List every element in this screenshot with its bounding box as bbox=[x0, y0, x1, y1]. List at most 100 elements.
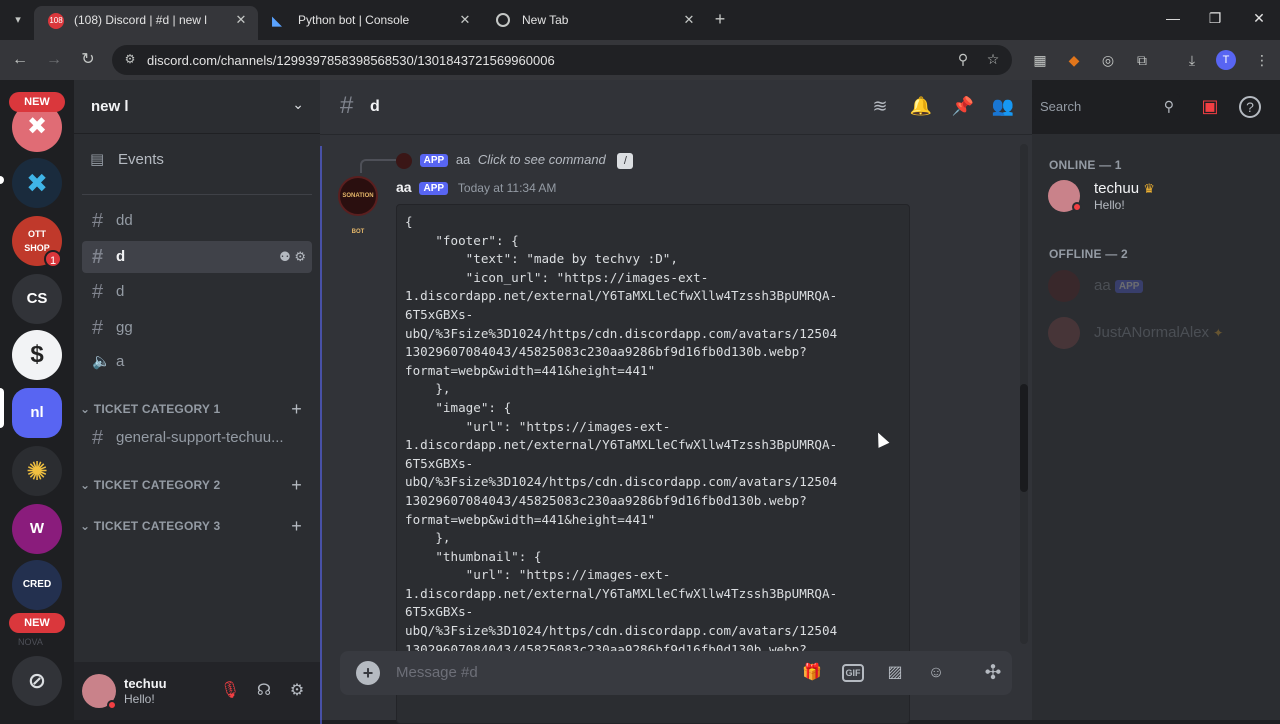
message-header: aa APP Today at 11:34 AM bbox=[396, 179, 556, 195]
add-channel-icon[interactable]: + bbox=[291, 475, 302, 496]
channel-item-d[interactable]: # d bbox=[82, 276, 312, 308]
calendar-icon: ▤ bbox=[90, 151, 105, 168]
message-composer[interactable]: + Message #d 🎁 GIF ▨ ☺ bbox=[340, 651, 1012, 695]
online-header: ONLINE — 1 bbox=[1049, 158, 1122, 172]
new-badge: NEW bbox=[9, 92, 65, 112]
close-window-icon[interactable]: ✕ bbox=[1249, 10, 1269, 27]
address-bar[interactable]: ⚙ discord.com/channels/12993978583985685… bbox=[112, 45, 1012, 75]
category-ticket-2[interactable]: ⌄ TICKET CATEGORY 2 + bbox=[80, 475, 314, 495]
unread-indicator bbox=[320, 146, 322, 724]
pin-icon[interactable]: 📌 bbox=[951, 96, 975, 120]
tab-python-bot[interactable]: ◣ Python bot | Console ✕ bbox=[258, 6, 482, 40]
threads-icon[interactable]: ≋ bbox=[868, 96, 892, 120]
notification-bell-icon[interactable]: 🔔 bbox=[909, 96, 933, 120]
apps-icon[interactable]: ✣ bbox=[981, 661, 1005, 685]
server-icon-x-blue[interactable]: ✖ bbox=[12, 158, 62, 208]
search-input[interactable]: Search ⚲ bbox=[1032, 94, 1180, 120]
events-item[interactable]: ▤ Events bbox=[90, 150, 164, 168]
code-line: 13029607084043/45825083c230aa9286bf9d16f… bbox=[405, 344, 807, 360]
bot-avatar[interactable]: SONATION BOT bbox=[338, 176, 378, 235]
channel-item-dd[interactable]: # dd bbox=[82, 205, 312, 237]
server-header[interactable]: new l ⌄ bbox=[74, 80, 320, 134]
tab-discord[interactable]: 108 (108) Discord | #d | new l ✕ bbox=[34, 6, 258, 40]
code-line: ubQ/%3Fsize%3D1024/https/cdn.discordapp.… bbox=[405, 623, 838, 639]
code-line: 6T5xGBXs- bbox=[405, 306, 474, 322]
spy-extension-icon[interactable]: ◎ bbox=[1098, 50, 1118, 70]
mute-mic-icon[interactable]: 🎙 bbox=[219, 680, 241, 700]
settings-gear-icon[interactable]: ⚙ bbox=[294, 249, 306, 264]
server-icon-cs[interactable]: CS bbox=[12, 274, 62, 324]
channel-name: a bbox=[116, 353, 125, 370]
server-icon-cred[interactable]: CRED bbox=[12, 560, 62, 610]
channel-item-gg[interactable]: # gg bbox=[82, 312, 312, 344]
tab-search-chevron-icon[interactable]: ▾ bbox=[8, 10, 28, 30]
unread-pill bbox=[0, 176, 4, 184]
code-line: 1.discordapp.net/external/Y6TaMXLleCfwXl… bbox=[405, 288, 838, 304]
member-aa[interactable]: aa APP bbox=[1040, 264, 1272, 308]
chat-area: # d ≋ 🔔 📌 👥 Search ⚲ ▣ ? APP aa Click to… bbox=[320, 80, 1280, 724]
discover-servers-icon[interactable]: ⊘ bbox=[12, 656, 62, 706]
reload-icon[interactable]: ↻ bbox=[78, 50, 98, 70]
message-author[interactable]: aa bbox=[396, 179, 412, 195]
gif-icon[interactable]: GIF bbox=[842, 664, 864, 682]
chevron-down-icon: ⌄ bbox=[80, 478, 94, 492]
member-techuu[interactable]: techuu ♛ Hello! bbox=[1040, 174, 1272, 218]
channel-item-a-voice[interactable]: 🔈 a bbox=[82, 346, 312, 378]
category-ticket-3[interactable]: ⌄ TICKET CATEGORY 3 + bbox=[80, 516, 314, 536]
headphones-icon[interactable]: ☊ bbox=[253, 680, 275, 700]
divider bbox=[82, 194, 312, 195]
site-info-icon[interactable]: ⚙ bbox=[122, 52, 138, 68]
member-justanormalalex[interactable]: JustANormalAlex ✦ bbox=[1040, 311, 1272, 355]
server-icon-bulb[interactable]: ✺ bbox=[12, 446, 62, 496]
chevron-down-icon[interactable]: ⌄ bbox=[292, 96, 304, 113]
member-name: techuu ♛ bbox=[1094, 180, 1155, 197]
close-tab-icon[interactable]: ✕ bbox=[456, 6, 474, 34]
server-icon-nl[interactable]: nl bbox=[12, 388, 62, 438]
metamask-fox-icon[interactable]: ◆ bbox=[1064, 50, 1084, 70]
zoom-search-icon[interactable]: ⚲ bbox=[954, 51, 972, 69]
restore-icon[interactable]: ❐ bbox=[1205, 10, 1225, 27]
chat-scrollbar[interactable] bbox=[1020, 144, 1028, 644]
command-reply-header[interactable]: APP aa Click to see command / bbox=[396, 152, 634, 169]
click-to-see-command[interactable]: Click to see command bbox=[478, 152, 606, 167]
scrollbar-thumb[interactable] bbox=[1020, 384, 1028, 492]
url-text: discord.com/channels/1299397858398568530… bbox=[147, 53, 555, 68]
close-tab-icon[interactable]: ✕ bbox=[680, 6, 698, 34]
close-tab-icon[interactable]: ✕ bbox=[232, 6, 250, 34]
attach-plus-icon[interactable]: + bbox=[356, 661, 380, 685]
server-icon-dollar[interactable]: $ bbox=[12, 330, 62, 380]
app-tag: APP bbox=[1114, 279, 1144, 293]
user-settings-gear-icon[interactable]: ⚙ bbox=[286, 680, 308, 700]
browser-menu-icon[interactable]: ⋮ bbox=[1252, 50, 1272, 70]
inbox-icon[interactable]: ▣ bbox=[1198, 96, 1222, 120]
bookmark-star-icon[interactable]: ☆ bbox=[984, 51, 1002, 69]
download-icon[interactable]: ⤓ bbox=[1182, 50, 1202, 70]
category-name: TICKET CATEGORY 2 bbox=[93, 478, 221, 492]
member-list-icon[interactable]: 👥 bbox=[991, 96, 1015, 120]
forward-icon[interactable]: → bbox=[44, 50, 64, 70]
profile-avatar[interactable]: T bbox=[1216, 50, 1236, 70]
server-icon-w[interactable]: W bbox=[12, 504, 62, 554]
code-line: "footer": { bbox=[405, 232, 519, 248]
search-icon: ⚲ bbox=[1163, 98, 1174, 114]
category-ticket-1[interactable]: ⌄ TICKET CATEGORY 1 + bbox=[80, 399, 314, 419]
dnd-status-dot bbox=[107, 700, 117, 710]
add-channel-icon[interactable]: + bbox=[291, 399, 302, 420]
qr-code-icon[interactable]: ▦ bbox=[1030, 50, 1050, 70]
emoji-icon[interactable]: ☺ bbox=[924, 661, 948, 685]
add-channel-icon[interactable]: + bbox=[291, 516, 302, 537]
help-icon[interactable]: ? bbox=[1239, 96, 1261, 118]
invite-icon[interactable]: ⚉ bbox=[279, 249, 291, 264]
server-list: ✖ NEW ✖ OTT SHOP 1 CS $ nl ✺ W CRED NEW N… bbox=[0, 80, 74, 720]
sticker-icon[interactable]: ▨ bbox=[883, 661, 907, 685]
channel-item-d-active[interactable]: # d ⚉ ⚙ bbox=[82, 241, 312, 273]
back-icon[interactable]: ← bbox=[10, 50, 30, 70]
channel-item-general-support[interactable]: # general-support-techuu... bbox=[82, 422, 312, 454]
gift-icon[interactable]: 🎁 bbox=[800, 661, 824, 685]
new-tab-button[interactable]: + bbox=[710, 10, 730, 30]
tab-new-tab[interactable]: New Tab ✕ bbox=[482, 6, 706, 40]
code-line: format=webp&width=441&height=441" bbox=[405, 511, 656, 527]
minimize-icon[interactable]: — bbox=[1163, 10, 1183, 26]
extensions-puzzle-icon[interactable]: ⧉ bbox=[1132, 50, 1152, 70]
console-favicon-icon: ◣ bbox=[272, 13, 282, 28]
